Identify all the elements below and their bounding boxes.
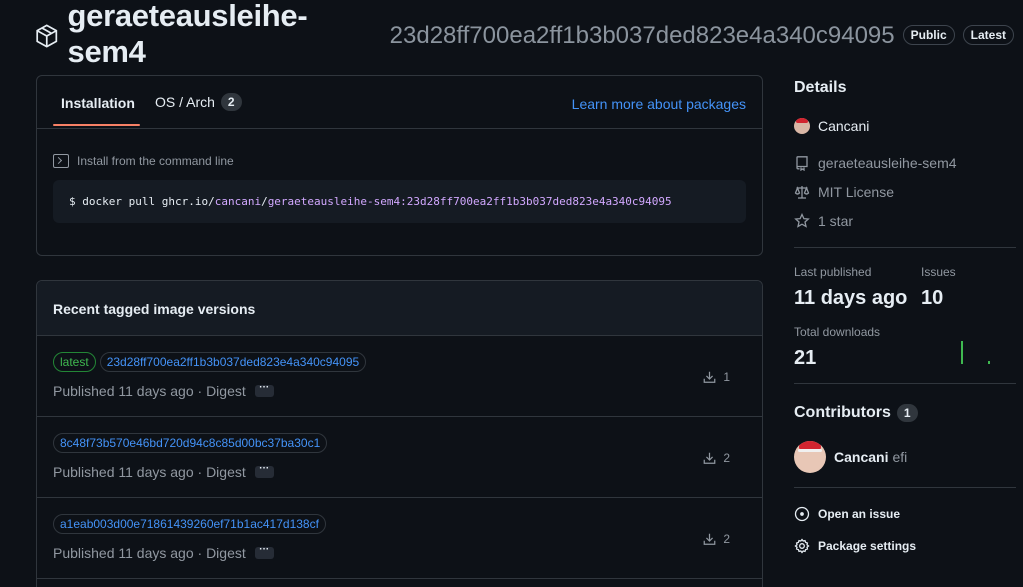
package-icon — [36, 24, 58, 48]
package-settings-link[interactable]: Package settings — [794, 538, 916, 554]
package-settings-label: Package settings — [818, 539, 917, 553]
license-item[interactable]: MIT License — [794, 184, 894, 200]
install-panel: Installation OS / Arch 2 Learn more abou… — [36, 75, 763, 256]
version-hash-tag[interactable]: a1eab003d00e71861439260ef71b1ac417d138cf — [53, 514, 326, 534]
contributor-extra: efi — [892, 449, 908, 465]
digest-more-button[interactable]: ··· — [254, 383, 274, 397]
install-tabs: Installation OS / Arch 2 Learn more abou… — [37, 76, 762, 129]
command-image: geraeteausleihe-sem4:23d28ff700ea2ff1b3b… — [267, 195, 672, 208]
sidebar-divider — [794, 383, 1016, 384]
contributors-count: 1 — [896, 404, 918, 422]
version-downloads: 1 — [702, 370, 730, 384]
download-count: 2 — [723, 532, 730, 546]
version-tags: 8c48f73b570e46bd720d94c8c85d00bc37ba30c1 — [53, 433, 328, 453]
last-published-value: 11 days ago — [794, 287, 908, 309]
total-downloads-label: Total downloads — [794, 325, 881, 339]
tab-os-arch[interactable]: OS / Arch 2 — [155, 93, 242, 111]
latest-tag[interactable]: latest — [53, 352, 96, 372]
learn-more-link[interactable]: Learn more about packages — [572, 96, 746, 112]
details-title: Details — [794, 79, 847, 96]
downloads-sparkline — [961, 341, 990, 364]
version-published: Published 11 days ago · Digest ··· — [53, 383, 274, 399]
law-icon — [794, 186, 810, 199]
command-owner: cancani — [214, 195, 262, 208]
issues-value[interactable]: 10 — [921, 287, 943, 310]
contributor-avatar — [794, 441, 826, 473]
issue-opened-icon — [794, 506, 810, 522]
contributors-title: Contributors — [794, 404, 891, 421]
repo-icon — [796, 156, 808, 171]
versions-title: Recent tagged image versions — [37, 281, 762, 336]
tab-installation[interactable]: Installation — [61, 95, 135, 111]
version-downloads: 2 — [702, 532, 730, 546]
version-tags: a1eab003d00e71861439260ef71b1ac417d138cf — [53, 514, 326, 534]
docker-pull-command[interactable]: $ docker pull ghcr.io/cancani/geraeteaus… — [53, 180, 746, 223]
owner-link[interactable]: Cancani — [794, 118, 869, 134]
owner-avatar — [794, 118, 810, 134]
contributor-name: Cancani — [834, 449, 889, 465]
version-hash-tag[interactable]: 8c48f73b570e46bd720d94c8c85d00bc37ba30c1 — [53, 433, 328, 453]
sidebar-divider — [794, 247, 1016, 248]
download-icon — [703, 533, 716, 545]
stars-item[interactable]: 1 star — [794, 213, 853, 229]
repo-name: geraeteausleihe-sem4 — [818, 155, 957, 171]
issues-label: Issues — [921, 265, 956, 279]
license-name: MIT License — [818, 184, 894, 200]
version-hash-tag[interactable]: 23d28ff700ea2ff1b3b037ded823e4a340c94095 — [99, 352, 367, 372]
version-row: latest 23d28ff700ea2ff1b3b037ded823e4a34… — [37, 336, 762, 417]
details-sidebar: Details Cancani geraeteausleihe-sem4 MIT… — [794, 0, 1023, 587]
contributors-heading: Contributors 1 — [794, 404, 918, 422]
version-row: a1eab003d00e71861439260ef71b1ac417d138cf… — [37, 498, 762, 579]
command-prompt: $ — [69, 195, 76, 208]
repo-link[interactable]: geraeteausleihe-sem4 — [794, 155, 957, 171]
sparkline-bar — [961, 341, 963, 364]
gear-icon — [794, 538, 810, 554]
sparkline-bar — [988, 361, 990, 364]
last-published-label: Last published — [794, 265, 872, 279]
versions-panel: Recent tagged image versions latest 23d2… — [36, 280, 763, 587]
download-count: 1 — [723, 370, 730, 384]
contributor-link[interactable]: Cancani efi — [794, 441, 907, 473]
version-published-text: Published 11 days ago · Digest — [53, 383, 246, 399]
download-count: 2 — [723, 451, 730, 465]
active-tab-indicator — [53, 124, 140, 126]
version-published: Published 11 days ago · Digest ··· — [53, 545, 274, 561]
download-icon — [703, 371, 716, 383]
command-line-title: Install from the command line — [53, 154, 234, 168]
version-row: 8c48f73b570e46bd720d94c8c85d00bc37ba30c1… — [37, 417, 762, 498]
command-line-title-text: Install from the command line — [77, 154, 234, 168]
tab-os-arch-label: OS / Arch — [155, 94, 215, 110]
tab-os-arch-count: 2 — [220, 93, 242, 111]
digest-more-button[interactable]: ··· — [254, 464, 274, 478]
download-icon — [703, 452, 716, 464]
open-issue-label: Open an issue — [818, 507, 901, 521]
terminal-icon — [53, 154, 69, 168]
digest-more-button[interactable]: ··· — [254, 545, 274, 559]
command-pre: docker pull ghcr.io/ — [82, 195, 215, 208]
version-published: Published 11 days ago · Digest ··· — [53, 464, 274, 480]
version-published-text: Published 11 days ago · Digest — [53, 464, 246, 480]
command-sep: / — [261, 195, 268, 208]
package-name: geraeteausleihe-sem4 — [67, 0, 308, 69]
version-published-text: Published 11 days ago · Digest — [53, 545, 246, 561]
sidebar-divider — [794, 487, 1016, 488]
total-downloads-value: 21 — [794, 347, 817, 369]
open-issue-link[interactable]: Open an issue — [794, 506, 900, 522]
star-icon — [794, 213, 810, 228]
stars-count: 1 star — [818, 213, 854, 229]
version-tags: latest 23d28ff700ea2ff1b3b037ded823e4a34… — [53, 352, 367, 372]
version-downloads: 2 — [702, 451, 730, 465]
owner-name: Cancani — [818, 118, 870, 134]
